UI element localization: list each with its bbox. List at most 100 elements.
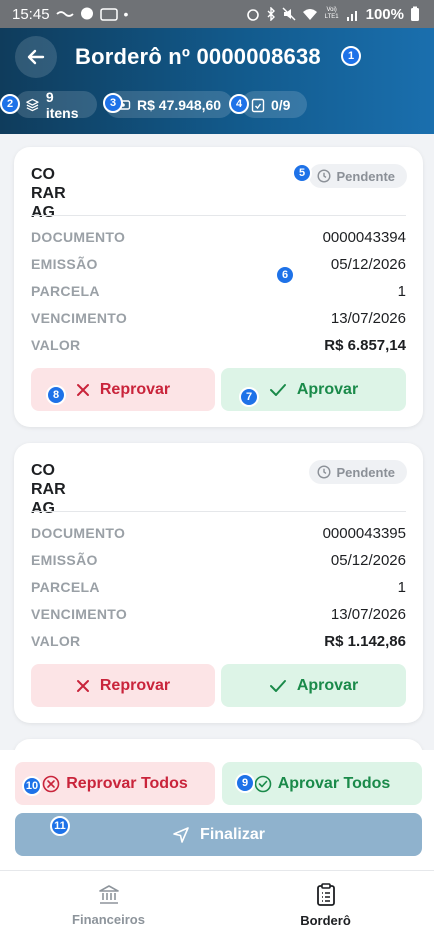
approve-all-label: Aprovar Todos bbox=[277, 774, 391, 792]
finalize-label: Finalizar bbox=[200, 825, 265, 843]
card-divider bbox=[31, 511, 406, 512]
field-row-vencimento: VENCIMENTO 13/07/2026 bbox=[31, 604, 406, 624]
field-label: DOCUMENTO bbox=[31, 229, 126, 245]
x-circle-icon bbox=[42, 775, 60, 792]
annotation-badge-1: 1 bbox=[341, 46, 361, 66]
status-left: 15:45 • bbox=[12, 6, 128, 23]
x-icon bbox=[76, 679, 89, 692]
progress-chip: 0/9 bbox=[241, 91, 307, 118]
field-label: VALOR bbox=[31, 633, 81, 649]
app-xp-icon bbox=[99, 8, 118, 21]
field-label: VALOR bbox=[31, 337, 81, 353]
list-icon bbox=[316, 883, 335, 906]
redaction-mask bbox=[66, 459, 194, 499]
annotation-badge-10: 10 bbox=[22, 776, 42, 796]
annotation-badge-4: 4 bbox=[229, 94, 249, 114]
total-value: R$ 47.948,60 bbox=[137, 96, 222, 113]
status-right: Voi) LTE1 100% bbox=[246, 6, 420, 23]
field-label: PARCELA bbox=[31, 283, 100, 299]
approve-label: Aprovar bbox=[296, 676, 359, 694]
network-label: Voi) LTE1 bbox=[324, 7, 339, 20]
battery-icon bbox=[411, 6, 419, 21]
annotation-badge-8: 8 bbox=[46, 385, 66, 405]
annotation-badge-5: 5 bbox=[292, 163, 312, 183]
field-label: EMISSÃO bbox=[31, 256, 98, 272]
company-name-line1: CO bbox=[31, 166, 55, 183]
nav-item-bordero[interactable]: Borderô bbox=[217, 871, 434, 940]
clock-icon bbox=[317, 465, 331, 479]
field-value: 0000043395 bbox=[322, 524, 406, 542]
document-card: CORARIA AG Pendente 5 DOCUMENTO 000004339… bbox=[14, 147, 423, 427]
reject-button[interactable]: Reprovar bbox=[31, 664, 215, 707]
field-label: DOCUMENTO bbox=[31, 525, 126, 541]
field-row-vencimento: VENCIMENTO 13/07/2026 bbox=[31, 308, 406, 328]
check-icon bbox=[269, 383, 286, 396]
field-value: 0000043394 bbox=[322, 228, 406, 246]
status-badge: Pendente bbox=[309, 460, 407, 484]
items-count: 9 itens bbox=[45, 88, 79, 121]
field-label: VENCIMENTO bbox=[31, 606, 128, 622]
reject-label: Reprovar bbox=[99, 380, 171, 398]
finalize-button[interactable]: Finalizar bbox=[15, 813, 422, 856]
bulk-actions-panel: Reprovar Todos Aprovar Todos Finalizar 1… bbox=[0, 750, 434, 870]
back-button[interactable] bbox=[15, 36, 57, 78]
field-label: EMISSÃO bbox=[31, 552, 98, 568]
annotation-badge-6: 6 bbox=[275, 265, 295, 285]
total-chip: R$ 47.948,60 bbox=[105, 91, 233, 118]
reject-all-label: Reprovar Todos bbox=[66, 774, 188, 792]
field-label: VENCIMENTO bbox=[31, 310, 128, 326]
reject-all-button[interactable]: Reprovar Todos bbox=[15, 762, 215, 805]
document-card: CORARIA AG Pendente DOCUMENTO 0000043395 … bbox=[14, 443, 423, 723]
nav-label-bordero: Borderô bbox=[300, 913, 351, 928]
company-name-line2: AG bbox=[31, 204, 55, 221]
bluetooth-icon bbox=[267, 7, 275, 21]
field-row-parcela: PARCELA 1 bbox=[31, 577, 406, 597]
field-row-documento: DOCUMENTO 0000043394 bbox=[31, 227, 406, 247]
progress-count: 0/9 bbox=[271, 96, 291, 113]
field-value: 13/07/2026 bbox=[330, 605, 406, 623]
field-row-emissao: EMISSÃO 05/12/2026 bbox=[31, 254, 406, 274]
mute-icon bbox=[282, 7, 296, 21]
bottom-navigation: Financeiros Borderô bbox=[0, 870, 434, 940]
document-list[interactable]: CORARIA AG Pendente 5 DOCUMENTO 000004339… bbox=[0, 134, 434, 750]
field-row-valor: VALOR R$ 6.857,14 bbox=[31, 335, 406, 355]
nav-item-financeiros[interactable]: Financeiros bbox=[0, 871, 217, 940]
status-badge: Pendente bbox=[309, 164, 407, 188]
layers-icon bbox=[26, 98, 39, 111]
document-card bbox=[14, 739, 423, 750]
redaction-mask bbox=[66, 163, 194, 203]
wifi-icon bbox=[302, 8, 317, 20]
status-label: Pendente bbox=[336, 168, 395, 184]
page-title: Borderô nº 0000008638 bbox=[75, 44, 321, 69]
company-name-line2: AG bbox=[31, 500, 55, 517]
field-value: 1 bbox=[397, 282, 406, 300]
nav-label-financeiros: Financeiros bbox=[72, 912, 145, 927]
summary-chips: 9 itens R$ 47.948,60 0/9 bbox=[15, 88, 307, 121]
approve-label: Aprovar bbox=[296, 380, 359, 398]
send-icon bbox=[173, 826, 189, 843]
check-icon bbox=[269, 679, 286, 692]
annotation-badge-11: 11 bbox=[50, 816, 70, 836]
annotation-badge-9: 9 bbox=[235, 773, 255, 793]
signal-icon bbox=[346, 10, 357, 21]
clock-icon bbox=[317, 169, 331, 183]
field-value: R$ 6.857,14 bbox=[324, 336, 406, 354]
field-value: R$ 1.142,86 bbox=[324, 632, 406, 650]
bank-icon bbox=[98, 885, 119, 904]
approve-button[interactable]: Aprovar bbox=[221, 664, 406, 707]
status-bar: 15:45 • Voi) LTE1 100% bbox=[0, 0, 434, 28]
status-label: Pendente bbox=[336, 464, 395, 480]
back-arrow-icon bbox=[27, 49, 45, 65]
field-row-parcela: PARCELA 1 bbox=[31, 281, 406, 301]
field-value: 05/12/2026 bbox=[330, 551, 406, 569]
field-value: 05/12/2026 bbox=[330, 255, 406, 273]
field-value: 1 bbox=[397, 578, 406, 596]
field-row-documento: DOCUMENTO 0000043395 bbox=[31, 523, 406, 543]
annotation-badge-7: 7 bbox=[239, 387, 259, 407]
x-icon bbox=[76, 383, 89, 396]
items-chip: 9 itens bbox=[15, 88, 97, 121]
annotation-badge-2: 2 bbox=[0, 94, 20, 114]
wave-icon bbox=[55, 11, 74, 17]
status-time: 15:45 bbox=[12, 5, 50, 23]
alarm-icon bbox=[246, 9, 259, 21]
